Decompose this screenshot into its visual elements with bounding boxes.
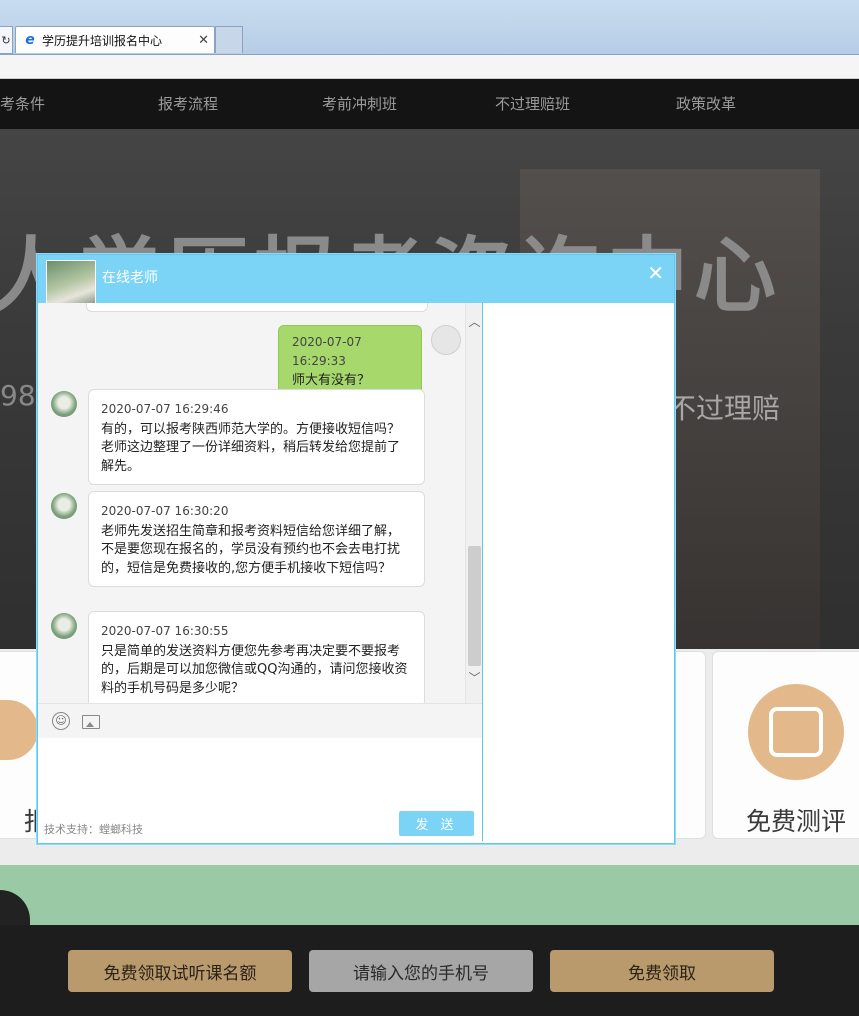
agent-avatar-icon [51,493,77,519]
user-avatar-icon [431,325,461,355]
hero-right-text: 不过理赔 [668,392,781,425]
nav-item-refund[interactable]: 不过理赔班 [495,79,570,129]
chat-side-panel [482,303,673,841]
reload-icon[interactable]: ↻ [0,26,13,54]
send-button[interactable]: 发 送 [399,811,474,836]
message-input[interactable]: 技术支持：螳螂科技 发 送 [38,738,482,843]
message-time: 2020-07-07 16:29:33 [292,335,362,368]
nav-item-conditions[interactable]: 考条件 [0,79,45,129]
message-time: 2020-07-07 16:30:20 [101,504,229,518]
chat-toolbar: ☺ [38,703,482,739]
tab-close-icon[interactable]: ✕ [198,33,209,48]
agent-avatar-icon [51,391,77,417]
ie-logo-icon: e [25,32,35,48]
card-free-assessment-label[interactable]: 免费测评 [746,802,846,838]
free-trial-button[interactable]: 免费领取试听课名额 [68,950,292,992]
chat-header: 在线老师 ✕ [38,255,674,303]
command-bar [0,55,859,79]
nav-item-sprint[interactable]: 考前冲刺班 [322,79,397,129]
message-text: 师大有没有？ [292,373,371,389]
tab-title: 学历提升培训报名中心 [42,33,163,48]
site-nav: 考条件 报考流程 考前冲刺班 不过理赔班 政策改革 [0,79,859,129]
scroll-up-icon[interactable]: ︿ [466,315,483,329]
green-strip [0,865,859,925]
new-tab-button[interactable] [215,26,243,53]
agent-message: 2020-07-07 16:30:55 只是简单的发送资料方便您先参考再决定要不… [88,611,425,703]
message-text: 老师先发送招生简章和报考资料短信给您详细了解，不是要您现在报名的，学员没有预约也… [101,523,401,576]
message-time: 2020-07-07 16:30:55 [101,624,229,638]
chat-messages: 2020-07-07 16:29:33 师大有没有？ 2020-07-07 16… [38,303,465,703]
free-claim-button[interactable]: 免费领取 [550,950,774,992]
tab-strip: ↻ e 学历提升培训报名中心 ✕ [0,26,859,54]
nav-item-process[interactable]: 报考流程 [158,79,218,129]
agent-message: 2020-07-07 16:29:46 有的，可以报考陕西师范大学的。方便接收短… [88,389,425,486]
user-message: 2020-07-07 16:29:33 师大有没有？ [278,325,422,399]
emoji-icon[interactable]: ☺ [52,712,70,730]
agent-avatar-icon [51,613,77,639]
agent-message: 2020-07-07 16:30:20 老师先发送招生简章和报考资料短信给您详细… [88,491,425,588]
scroll-down-icon[interactable]: ﹀ [466,671,483,685]
message-text: 只是简单的发送资料方便您先参考再决定要不要报考的，后期是可以加您微信或QQ沟通的… [101,643,408,696]
scroll-thumb[interactable] [468,546,481,666]
nav-item-policy[interactable]: 政策改革 [676,79,736,129]
image-icon[interactable] [82,715,100,729]
message-text: 有的，可以报考陕西师范大学的。方便接收短信吗？老师这边整理了一份详细资料，稍后转… [101,421,401,474]
message-time: 2020-07-07 16:29:46 [101,402,229,416]
browser-tab[interactable]: e 学历提升培训报名中心 ✕ [15,26,215,53]
close-icon[interactable]: ✕ [647,261,664,285]
chat-title: 在线老师 [102,270,158,286]
tech-support-text: 技术支持：螳螂科技 [44,823,143,836]
phone-input[interactable]: 请输入您的手机号 [309,950,533,992]
previous-message-edge [86,303,428,312]
assessment-icon [748,684,844,780]
chat-dialog: 在线老师 ✕ 2020-07-07 16:29:33 师大有没有？ 2020-0… [37,254,675,844]
chat-scrollbar[interactable]: ︿ ﹀ [465,303,483,703]
